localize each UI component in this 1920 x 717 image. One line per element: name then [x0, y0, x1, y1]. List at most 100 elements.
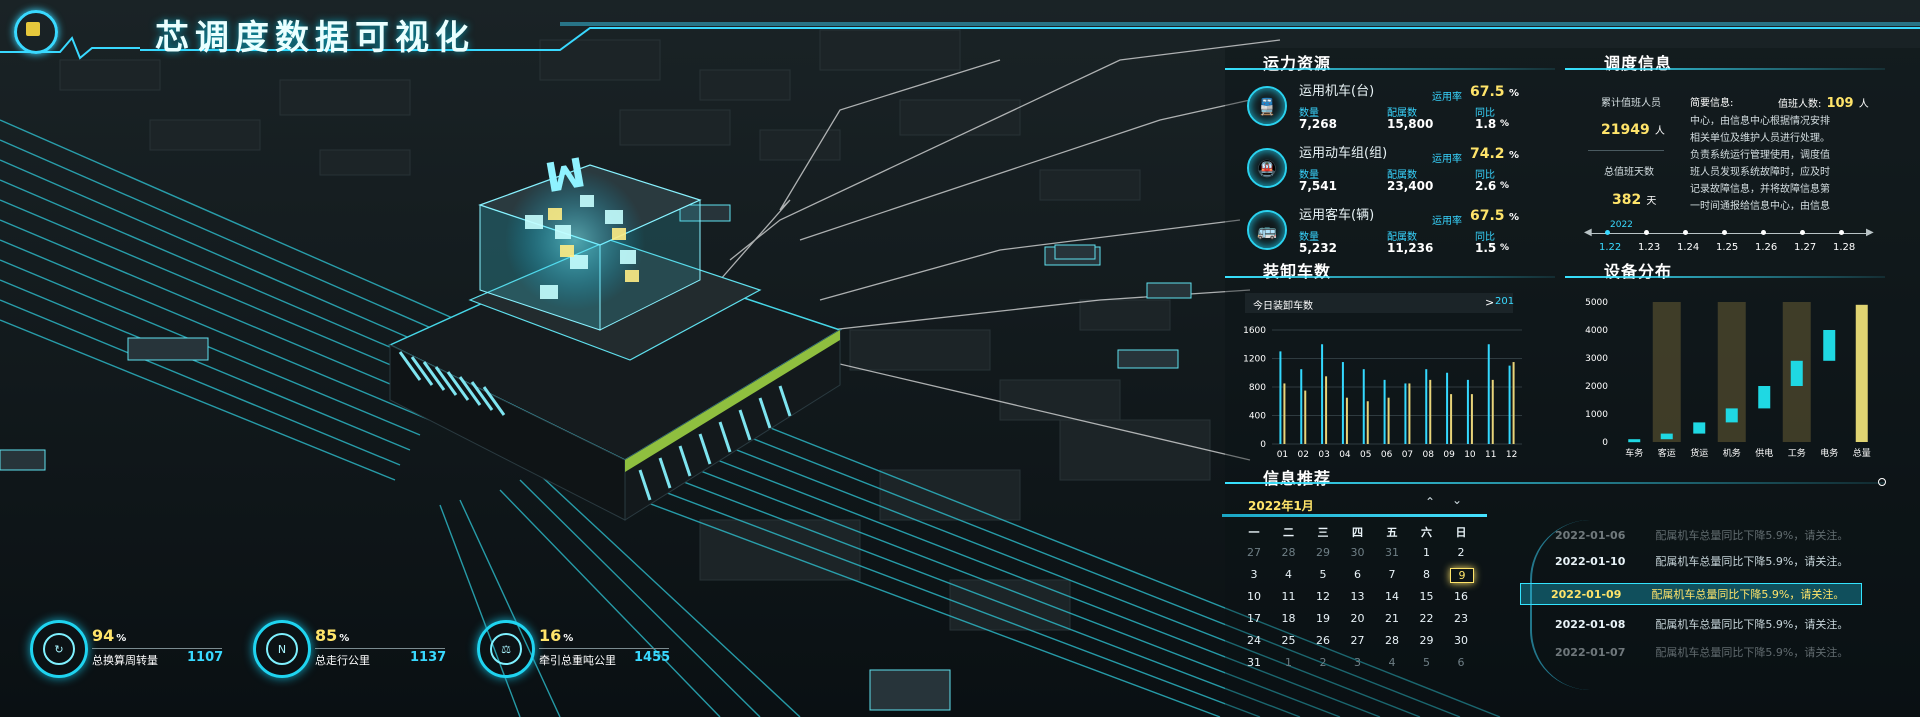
x-tick-label: 06	[1381, 450, 1393, 460]
timeline-label[interactable]: 1.22	[1599, 242, 1621, 253]
y-tick-label: 0	[1260, 440, 1266, 450]
calendar-day[interactable]: 15	[1416, 590, 1438, 603]
calendar-day[interactable]: 16	[1450, 590, 1472, 603]
calendar-day[interactable]: 25	[1278, 634, 1300, 647]
weekday-label: 二	[1283, 526, 1294, 539]
calendar-day[interactable]: 31	[1243, 656, 1265, 669]
timeline-label[interactable]: 1.28	[1833, 242, 1855, 253]
today-loading-label: 今日装卸车数	[1253, 301, 1313, 312]
stat-percent: 94%	[92, 626, 126, 645]
news-item[interactable]: 2022-01-06 配属机车总量同比下降5.9%，请关注。	[1555, 527, 1848, 543]
calendar-day[interactable]: 12	[1312, 590, 1334, 603]
row-name: 运用动车组(组)	[1299, 146, 1388, 161]
calendar-day[interactable]: 4	[1381, 656, 1403, 669]
dispatch-title-underline	[1565, 68, 1885, 70]
row-name: 运用客车(辆)	[1299, 208, 1375, 223]
stat-label: 总换算周转量	[92, 654, 158, 667]
calendar-day[interactable]: 6	[1450, 656, 1472, 669]
calendar-day[interactable]: 1	[1416, 546, 1438, 559]
timeline-dot[interactable]	[1683, 230, 1688, 235]
x-tick-label: 电务	[1820, 447, 1838, 459]
calendar-day[interactable]: 29	[1416, 634, 1438, 647]
calendar-day[interactable]: 4	[1278, 568, 1300, 581]
bar	[1491, 379, 1494, 444]
bar	[1300, 369, 1303, 444]
calendar-day[interactable]: 24	[1243, 634, 1265, 647]
calendar-day[interactable]: 27	[1347, 634, 1369, 647]
news-text: 配属机车总量同比下降5.9%，请关注。	[1655, 529, 1849, 542]
bar	[1446, 372, 1449, 444]
bar	[1279, 351, 1282, 444]
dispatch-divider	[1588, 150, 1664, 151]
calendar-day[interactable]: 20	[1347, 612, 1369, 625]
news-item[interactable]: 2022-01-08 配属机车总量同比下降5.9%，请关注。	[1555, 616, 1848, 632]
calendar-day[interactable]: 10	[1243, 590, 1265, 603]
calendar-day[interactable]: 21	[1381, 612, 1403, 625]
calendar-day[interactable]: 19	[1312, 612, 1334, 625]
calendar-day[interactable]: 8	[1416, 568, 1438, 581]
stat-traction: ⚖ 16% 牵引总重吨公里 1455	[477, 620, 677, 680]
calendar-day[interactable]: 3	[1243, 568, 1265, 581]
timeline-label[interactable]: 1.27	[1794, 242, 1816, 253]
calendar-day[interactable]: 28	[1381, 634, 1403, 647]
calendar-day[interactable]: 6	[1347, 568, 1369, 581]
calendar-day[interactable]: 17	[1243, 612, 1265, 625]
bus-icon: 🚌	[1247, 210, 1287, 250]
y-tick-label: 0	[1602, 438, 1608, 448]
timeline-dot[interactable]	[1761, 230, 1766, 235]
calendar-day[interactable]: 29	[1312, 546, 1334, 559]
bar	[1470, 394, 1473, 444]
calendar-day[interactable]: 30	[1450, 634, 1472, 647]
timeline-label[interactable]: 1.23	[1638, 242, 1660, 253]
timeline-label[interactable]: 1.26	[1755, 242, 1777, 253]
x-tick-label: 03	[1318, 450, 1329, 460]
timeline-label[interactable]: 1.24	[1677, 242, 1699, 253]
timeline-dot[interactable]	[1605, 230, 1610, 235]
timeline-dot[interactable]	[1644, 230, 1649, 235]
calendar-day[interactable]: 3	[1347, 656, 1369, 669]
stat-percent: 85%	[315, 626, 349, 645]
alloc-value: 11,236	[1387, 241, 1434, 255]
timeline-dot[interactable]	[1800, 230, 1805, 235]
timeline-left-arrow[interactable]: ◀	[1584, 227, 1592, 238]
bar	[1387, 397, 1390, 444]
next-month-icon[interactable]: ⌄	[1452, 493, 1462, 507]
calendar-day[interactable]: 23	[1450, 612, 1472, 625]
calendar-day[interactable]: 22	[1416, 612, 1438, 625]
calendar-day[interactable]: 14	[1381, 590, 1403, 603]
calendar-day[interactable]: 26	[1312, 634, 1334, 647]
calendar-day[interactable]: 5	[1416, 656, 1438, 669]
news-item[interactable]: 2022-01-07 配属机车总量同比下降5.9%，请关注。	[1555, 644, 1848, 660]
stat-ring: N	[253, 620, 311, 678]
stat-percent-value: 85	[315, 626, 338, 645]
calendar-day[interactable]: 1	[1278, 656, 1300, 669]
compass-icon: N	[266, 633, 298, 665]
news-text: 配属机车总量同比下降5.9%，请关注。	[1655, 646, 1849, 659]
calendar-day[interactable]: 5	[1312, 568, 1334, 581]
calendar-day[interactable]: 30	[1347, 546, 1369, 559]
calendar-day[interactable]: 9	[1450, 568, 1474, 583]
timeline-year: 2022	[1610, 220, 1633, 230]
stat-divider	[92, 648, 222, 649]
calendar-day[interactable]: 18	[1278, 612, 1300, 625]
calendar-day[interactable]: 31	[1381, 546, 1403, 559]
transport-title: 运力资源	[1263, 54, 1332, 73]
calendar-day[interactable]: 13	[1347, 590, 1369, 603]
calendar-day[interactable]: 27	[1243, 546, 1265, 559]
bar	[1660, 433, 1673, 440]
bar	[1725, 408, 1738, 423]
yoy-unit: %	[1500, 119, 1510, 129]
calendar-day[interactable]: 11	[1278, 590, 1300, 603]
timeline-right-arrow[interactable]: ▶	[1866, 227, 1874, 238]
timeline-dot[interactable]	[1722, 230, 1727, 235]
news-item[interactable]: 2022-01-10 配属机车总量同比下降5.9%，请关注。	[1555, 553, 1848, 569]
rate-label: 运用率	[1432, 216, 1462, 227]
calendar-day[interactable]: 28	[1278, 546, 1300, 559]
timeline-dot[interactable]	[1839, 230, 1844, 235]
bar	[1283, 383, 1286, 444]
prev-month-icon[interactable]: ⌃	[1425, 495, 1435, 509]
calendar-day[interactable]: 7	[1381, 568, 1403, 581]
calendar-day[interactable]: 2	[1312, 656, 1334, 669]
calendar-day[interactable]: 2	[1450, 546, 1472, 559]
timeline-label[interactable]: 1.25	[1716, 242, 1738, 253]
